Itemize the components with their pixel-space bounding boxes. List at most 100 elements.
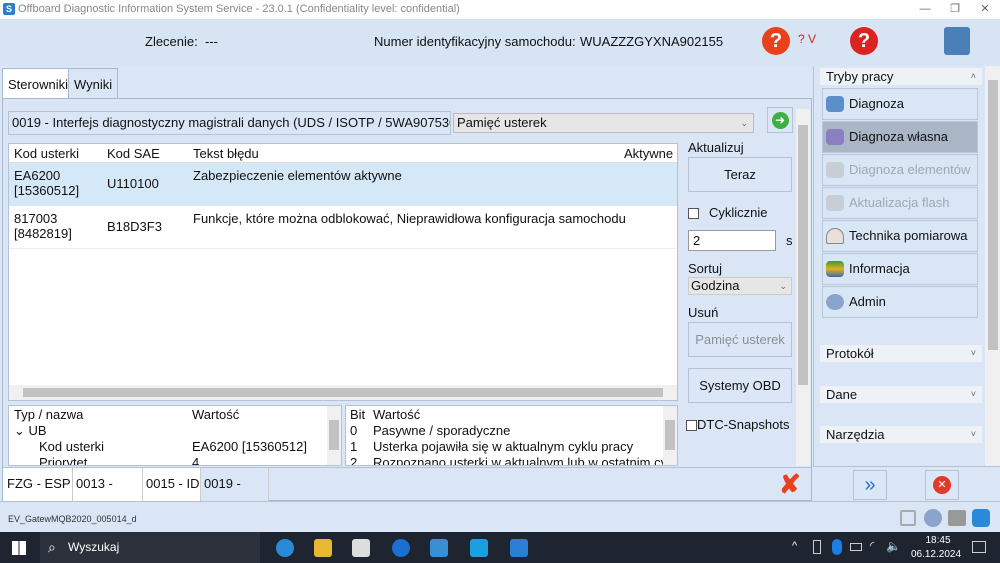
- obd-systems-button[interactable]: Systemy OBD: [688, 368, 792, 403]
- maximize-button[interactable]: ❐: [940, 0, 970, 19]
- checkbox[interactable]: [688, 208, 699, 220]
- checkbox[interactable]: [686, 420, 697, 432]
- go-button[interactable]: ➜: [767, 107, 793, 133]
- col-header[interactable]: Aktywne: [624, 146, 673, 161]
- now-button[interactable]: Teraz: [688, 157, 792, 192]
- title-bar: S Offboard Diagnostic Information System…: [0, 0, 1000, 19]
- edge-icon[interactable]: [276, 539, 294, 557]
- chevron-down-icon: ˅: [970, 389, 976, 399]
- taskbar-search[interactable]: ⌕ Wyszukaj: [40, 532, 260, 563]
- update-label: Aktualizuj: [688, 140, 744, 155]
- search-icon: ⌕: [48, 539, 56, 555]
- vertical-scrollbar[interactable]: [327, 406, 341, 465]
- sidebar-item-aktualizacja-flash[interactable]: Aktualizacja flash: [822, 187, 978, 219]
- table-row[interactable]: EA6200 [15360512] U110100 Zabezpieczenie…: [9, 163, 677, 206]
- status-text: EV_GatewMQB2020_005014_d: [8, 514, 137, 524]
- table-row[interactable]: 817003 [8482819] B18D3F3 Funkcje, które …: [9, 206, 677, 249]
- chevron-up-icon[interactable]: ^: [792, 540, 797, 552]
- car-icon: [826, 162, 844, 178]
- col-header: Typ / nazwa: [14, 407, 84, 422]
- battery-icon[interactable]: [850, 543, 862, 551]
- chevron-down-icon: ⌄: [740, 118, 748, 128]
- group-label: UB: [28, 423, 47, 438]
- close-ecu-icon[interactable]: ✘: [779, 471, 801, 497]
- exit-button[interactable]: ✕: [925, 470, 959, 500]
- detail-value: EA6200 [15360512]: [192, 439, 307, 454]
- wifi-icon[interactable]: ◜: [870, 539, 874, 552]
- sidebar-scrollbar[interactable]: [985, 66, 1000, 466]
- odis-icon[interactable]: [510, 539, 528, 557]
- ecu-tab-active[interactable]: 0019 - ESP: [201, 468, 269, 523]
- sidebar-item-diagnoza-elementow[interactable]: Diagnoza elementów: [822, 154, 978, 186]
- sidebar-item-diagnoza-wlasna[interactable]: Diagnoza własna: [822, 121, 978, 153]
- section-tryby-pracy[interactable]: Tryby pracy ˄: [820, 68, 982, 85]
- detail-table: Typ / nazwa Wartość ⌄ UB Kod usterki EA6…: [8, 405, 342, 466]
- notifications-icon[interactable]: [972, 541, 986, 553]
- horizontal-scrollbar[interactable]: [9, 385, 677, 400]
- table-header: Kod usterki Kod SAE Tekst błędu Aktywne: [9, 144, 677, 163]
- col-header[interactable]: Tekst błędu: [193, 146, 259, 161]
- app-icon[interactable]: [430, 539, 448, 557]
- help-info-icon[interactable]: ?: [850, 27, 878, 55]
- ecu-tab[interactable]: 0013 - ESP: [73, 468, 143, 523]
- chevron-up-icon: ˄: [970, 71, 976, 81]
- ecu-tab[interactable]: FZG - ESP: [3, 468, 73, 502]
- usb-icon[interactable]: [813, 540, 821, 554]
- snapshots-checkbox[interactable]: DTC-Snapshots: [686, 417, 789, 432]
- forward-button[interactable]: »: [853, 470, 887, 500]
- windows-start-icon[interactable]: [12, 541, 26, 555]
- settings-icon[interactable]: [924, 509, 942, 527]
- gear-icon: [826, 294, 844, 310]
- clock-date[interactable]: 06.12.2024: [905, 549, 967, 560]
- minimize-button[interactable]: —: [910, 0, 940, 19]
- teamviewer-icon[interactable]: [392, 539, 410, 557]
- volume-icon[interactable]: 🔈: [886, 539, 901, 553]
- section-label: Protokół: [826, 346, 874, 361]
- sidebar-item-informacja[interactable]: Informacja: [822, 253, 978, 285]
- logout-icon[interactable]: [900, 510, 916, 526]
- vin-label: Numer identyfikacyjny samochodu:: [374, 34, 576, 49]
- status-bar: EV_GatewMQB2020_005014_d: [0, 501, 1000, 532]
- tab-label: Wyniki: [74, 77, 113, 92]
- file-explorer-icon[interactable]: [314, 539, 332, 557]
- cyclic-checkbox[interactable]: Cyklicznie: [688, 205, 768, 220]
- item-label: Admin: [849, 294, 886, 309]
- vertical-scrollbar[interactable]: [796, 109, 810, 466]
- database-icon[interactable]: [972, 509, 990, 527]
- sidebar-item-admin[interactable]: Admin: [822, 286, 978, 318]
- section-narzedzia[interactable]: Narzędzia ˅: [820, 426, 982, 443]
- chevron-down-icon: ˅: [970, 429, 976, 439]
- sae-code: U110100: [107, 176, 159, 191]
- books-icon: [826, 261, 844, 277]
- section-dane[interactable]: Dane ˅: [820, 386, 982, 403]
- interval-input[interactable]: 2: [688, 230, 776, 251]
- sort-select[interactable]: Godzina ⌄: [688, 277, 792, 295]
- store-icon[interactable]: [352, 539, 370, 557]
- help-icon[interactable]: ?: [762, 27, 790, 55]
- snapshots-label: DTC-Snapshots: [697, 417, 790, 432]
- clock-time[interactable]: 18:45: [918, 535, 958, 546]
- vertical-scrollbar[interactable]: [663, 406, 677, 465]
- col-header[interactable]: Kod SAE: [107, 146, 160, 161]
- tab-wyniki[interactable]: Wyniki: [68, 68, 119, 99]
- network-icon[interactable]: [944, 27, 970, 55]
- fault-table: Kod usterki Kod SAE Tekst błędu Aktywne …: [8, 143, 678, 401]
- item-label: Technika pomiarowa: [849, 228, 968, 243]
- sidebar-item-diagnoza[interactable]: Diagnoza: [822, 88, 978, 120]
- section-protokol[interactable]: Protokół ˅: [820, 345, 982, 362]
- sidebar-item-technika-pomiarowa[interactable]: Technika pomiarowa: [822, 220, 978, 252]
- mode-select[interactable]: Pamięć usterek ⌄: [453, 113, 754, 133]
- bluetooth-icon[interactable]: [832, 539, 842, 555]
- close-window-button[interactable]: ✕: [970, 0, 1000, 19]
- camera-icon[interactable]: [948, 510, 966, 526]
- bit-number: 2: [350, 455, 358, 466]
- order-label: Zlecenie:: [145, 34, 198, 49]
- app-icon[interactable]: [470, 539, 488, 557]
- col-header[interactable]: Kod usterki: [14, 146, 79, 161]
- tree-group[interactable]: ⌄ UB: [14, 423, 47, 439]
- cyclic-label: Cyklicznie: [709, 205, 768, 220]
- tab-sterowniki[interactable]: Sterowniki: [2, 68, 74, 99]
- fault-code-dec: [15360512]: [14, 183, 80, 198]
- clear-memory-button[interactable]: Pamięć usterek: [688, 322, 792, 357]
- ecu-tab[interactable]: 0015 - ID: [143, 468, 201, 502]
